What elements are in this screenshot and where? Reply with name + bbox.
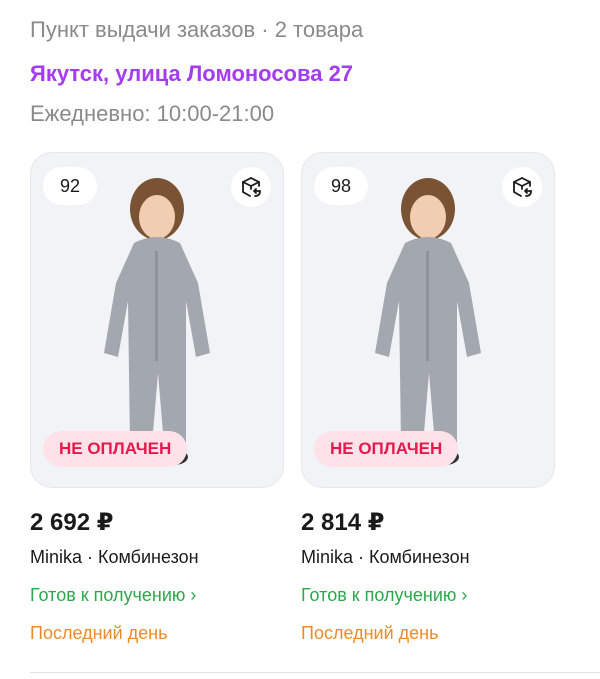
box-return-icon xyxy=(242,177,261,197)
order-item-card[interactable]: 98 НЕ ОПЛАЧЕН 2 814 ₽ Minika · Комбинезо… xyxy=(301,152,555,646)
payment-status-badge: НЕ ОПЛАЧЕН xyxy=(314,431,459,467)
product-image-kid-jumpsuit xyxy=(104,178,210,465)
return-button[interactable] xyxy=(231,167,271,207)
section-divider xyxy=(30,672,600,673)
item-title: Minika · Комбинезон xyxy=(30,547,199,567)
pickup-header: Пункт выдачи заказов · 2 товара Якутск, … xyxy=(30,14,570,130)
product-photo[interactable]: 98 НЕ ОПЛАЧЕН xyxy=(301,152,555,488)
last-day-notice: Последний день xyxy=(301,623,439,643)
order-item-card[interactable]: 92 НЕ ОПЛАЧЕН 2 692 ₽ Minika · Комбинезо… xyxy=(30,152,284,646)
pickup-summary: Пункт выдачи заказов · 2 товара xyxy=(30,17,364,42)
item-price: 2 814 ₽ xyxy=(301,509,385,536)
product-image-kid-jumpsuit xyxy=(375,178,481,465)
payment-status-badge: НЕ ОПЛАЧЕН xyxy=(43,431,188,467)
ready-for-pickup-link[interactable]: Готов к получению › xyxy=(30,582,284,608)
return-button[interactable] xyxy=(502,167,542,207)
ready-for-pickup-link[interactable]: Готов к получению › xyxy=(301,582,555,608)
pickup-hours: Ежедневно: 10:00-21:00 xyxy=(30,101,275,126)
size-badge: 92 xyxy=(43,167,97,205)
size-badge: 98 xyxy=(314,167,368,205)
item-price: 2 692 ₽ xyxy=(30,509,114,536)
box-return-icon xyxy=(513,177,532,197)
product-photo[interactable]: 92 НЕ ОПЛАЧЕН xyxy=(30,152,284,488)
last-day-notice: Последний день xyxy=(30,623,168,643)
pickup-address-link[interactable]: Якутск, улица Ломоносова 27 xyxy=(30,58,570,90)
order-items-list: 92 НЕ ОПЛАЧЕН 2 692 ₽ Minika · Комбинезо… xyxy=(30,152,570,652)
item-title: Minika · Комбинезон xyxy=(301,547,470,567)
